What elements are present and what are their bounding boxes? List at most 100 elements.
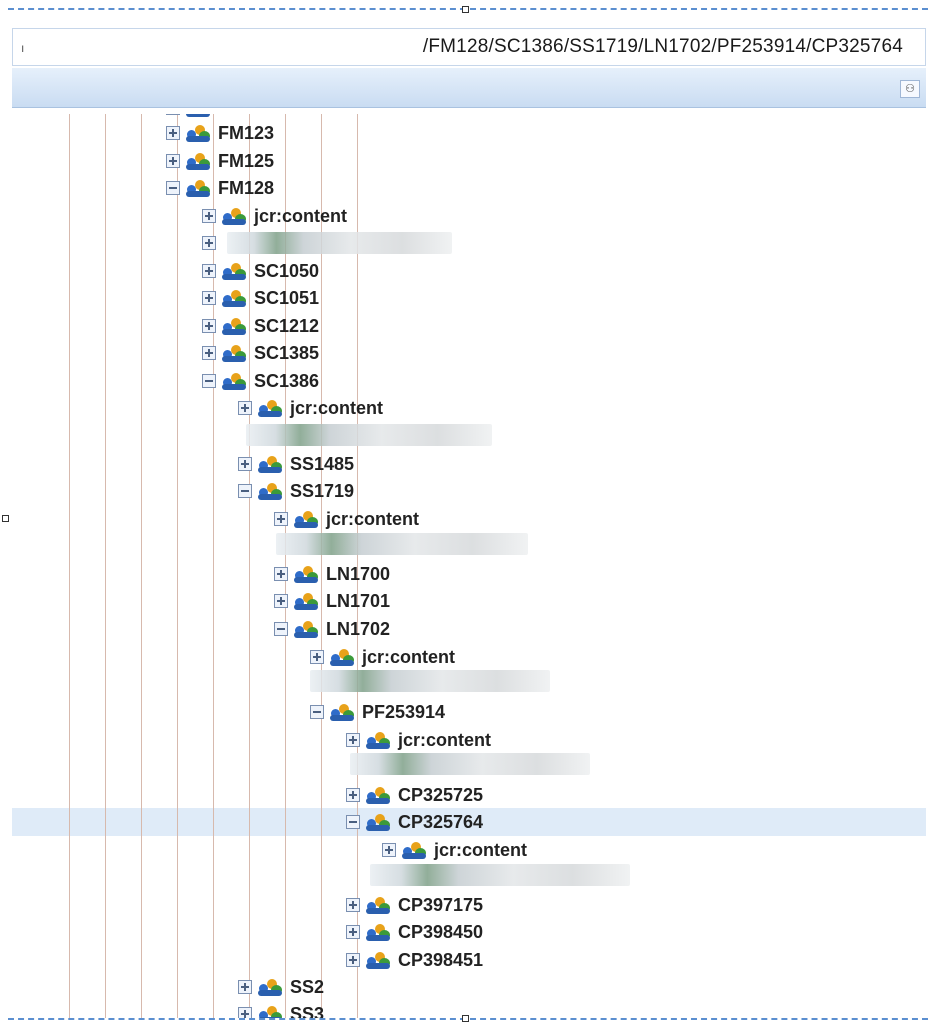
tree-node[interactable]: LN1701 <box>274 589 390 613</box>
tree-node[interactable]: jcr:content <box>238 396 383 420</box>
expand-icon[interactable] <box>238 401 252 415</box>
tree-node-label: SS3 <box>290 1003 325 1019</box>
node-icon <box>366 812 392 832</box>
tree-node-label: CP398451 <box>398 949 484 970</box>
node-icon <box>366 950 392 970</box>
tree-node-label: SC1385 <box>254 342 320 363</box>
tree-node[interactable]: SS1719 <box>238 479 354 503</box>
expand-icon[interactable] <box>346 898 360 912</box>
tree-node-selected[interactable]: CP325764 <box>346 810 483 834</box>
tree-node-label: CP325764 <box>398 811 484 832</box>
tree-node[interactable]: SC1385 <box>202 341 319 365</box>
tree-node[interactable]: SC1212 <box>202 314 319 338</box>
tree-node[interactable]: PF253914 <box>310 700 445 724</box>
resize-handle[interactable] <box>2 515 9 522</box>
redacted-label <box>350 753 590 775</box>
expand-icon[interactable] <box>166 126 180 140</box>
tree-node[interactable]: jcr:content <box>202 204 347 228</box>
node-icon <box>258 481 284 501</box>
collapse-icon[interactable] <box>238 484 252 498</box>
node-icon <box>258 1004 284 1018</box>
collapse-icon[interactable] <box>346 815 360 829</box>
expand-icon[interactable] <box>346 953 360 967</box>
expand-icon[interactable] <box>346 733 360 747</box>
expand-icon[interactable] <box>238 457 252 471</box>
node-icon <box>330 647 356 667</box>
tree-node[interactable]: SS3 <box>238 1002 324 1018</box>
node-icon <box>186 178 212 198</box>
tree-node[interactable]: FM128 <box>166 176 274 200</box>
expand-icon[interactable] <box>238 980 252 994</box>
node-icon <box>258 454 284 474</box>
collapse-icon[interactable] <box>202 374 216 388</box>
tree-node[interactable]: SS2 <box>238 975 324 999</box>
tree-node[interactable]: LN1700 <box>274 562 390 586</box>
tree-node-label: CP325725 <box>398 784 484 805</box>
node-icon <box>402 840 428 860</box>
path-caret: ı <box>21 41 25 55</box>
repository-tree: FM123 FM125 FM128 jcr:content SC1050 SC1… <box>12 108 926 1018</box>
tree-node-label: SS1719 <box>290 480 355 501</box>
tree-node-label: SC1386 <box>254 370 320 391</box>
tree-node[interactable]: CP398451 <box>346 948 483 972</box>
tree-node[interactable]: jcr:content <box>274 507 419 531</box>
collapse-icon[interactable] <box>274 622 288 636</box>
expand-icon[interactable] <box>310 650 324 664</box>
node-icon <box>222 206 248 226</box>
tree-guide-line <box>177 108 178 1018</box>
expand-icon[interactable] <box>166 154 180 168</box>
collapse-icon[interactable] <box>310 705 324 719</box>
tree-node[interactable]: SC1050 <box>202 259 319 283</box>
tree-node[interactable]: SC1051 <box>202 286 319 310</box>
resize-handle[interactable] <box>462 1015 469 1022</box>
collapse-icon[interactable] <box>166 181 180 195</box>
expand-icon[interactable] <box>202 319 216 333</box>
expand-icon[interactable] <box>274 594 288 608</box>
tree-node-redacted[interactable] <box>202 231 222 255</box>
expand-icon[interactable] <box>238 1007 252 1018</box>
tree-node-label: LN1700 <box>326 563 391 584</box>
tree-node[interactable]: FM123 <box>166 121 274 145</box>
expand-icon[interactable] <box>274 567 288 581</box>
tree-node[interactable]: jcr:content <box>346 728 491 752</box>
current-path-text: /FM128/SC1386/SS1719/LN1702/PF253914/CP3… <box>422 36 903 57</box>
tree-node-label: CP398450 <box>398 921 484 942</box>
redacted-label <box>276 533 528 555</box>
expand-icon[interactable] <box>202 291 216 305</box>
tree-node[interactable]: jcr:content <box>382 838 527 862</box>
tree-node-label: CP397175 <box>398 894 484 915</box>
expand-icon[interactable] <box>202 346 216 360</box>
expand-icon[interactable] <box>346 788 360 802</box>
node-icon <box>366 922 392 942</box>
expand-icon[interactable] <box>346 925 360 939</box>
tree-node[interactable]: CP325725 <box>346 783 483 807</box>
expand-icon[interactable] <box>274 512 288 526</box>
tree-guide-line <box>69 108 70 1018</box>
expand-icon[interactable] <box>202 236 216 250</box>
tree-node-label: LN1701 <box>326 590 391 611</box>
tree-node[interactable]: CP398450 <box>346 920 483 944</box>
tree-node-label: LN1702 <box>326 618 391 639</box>
resize-handle[interactable] <box>462 6 469 13</box>
expand-icon[interactable] <box>202 209 216 223</box>
expand-icon[interactable] <box>202 264 216 278</box>
tree-node[interactable]: LN1702 <box>274 617 390 641</box>
tree-node[interactable]: SC1386 <box>202 369 319 393</box>
path-bar[interactable]: ı /FM128/SC1386/SS1719/LN1702/PF253914/C… <box>12 28 926 66</box>
redacted-label <box>246 424 492 446</box>
tree-node-label: FM128 <box>218 177 275 198</box>
tree-node[interactable]: FM125 <box>166 149 274 173</box>
tree-node-label: SC1212 <box>254 315 320 336</box>
redacted-label <box>227 232 452 254</box>
tree-node[interactable]: jcr:content <box>310 645 455 669</box>
node-icon <box>222 371 248 391</box>
tree-node-label: jcr:content <box>398 729 492 750</box>
tree-node-label: SS2 <box>290 976 325 997</box>
tree-node-label: SS1485 <box>290 453 355 474</box>
binoculars-icon[interactable]: ⚇ <box>900 80 920 98</box>
expand-icon[interactable] <box>382 843 396 857</box>
node-icon <box>258 977 284 997</box>
tree-node[interactable]: SS1485 <box>238 452 354 476</box>
tree-toolbar: ⚇ <box>12 68 926 108</box>
tree-node[interactable]: CP397175 <box>346 893 483 917</box>
